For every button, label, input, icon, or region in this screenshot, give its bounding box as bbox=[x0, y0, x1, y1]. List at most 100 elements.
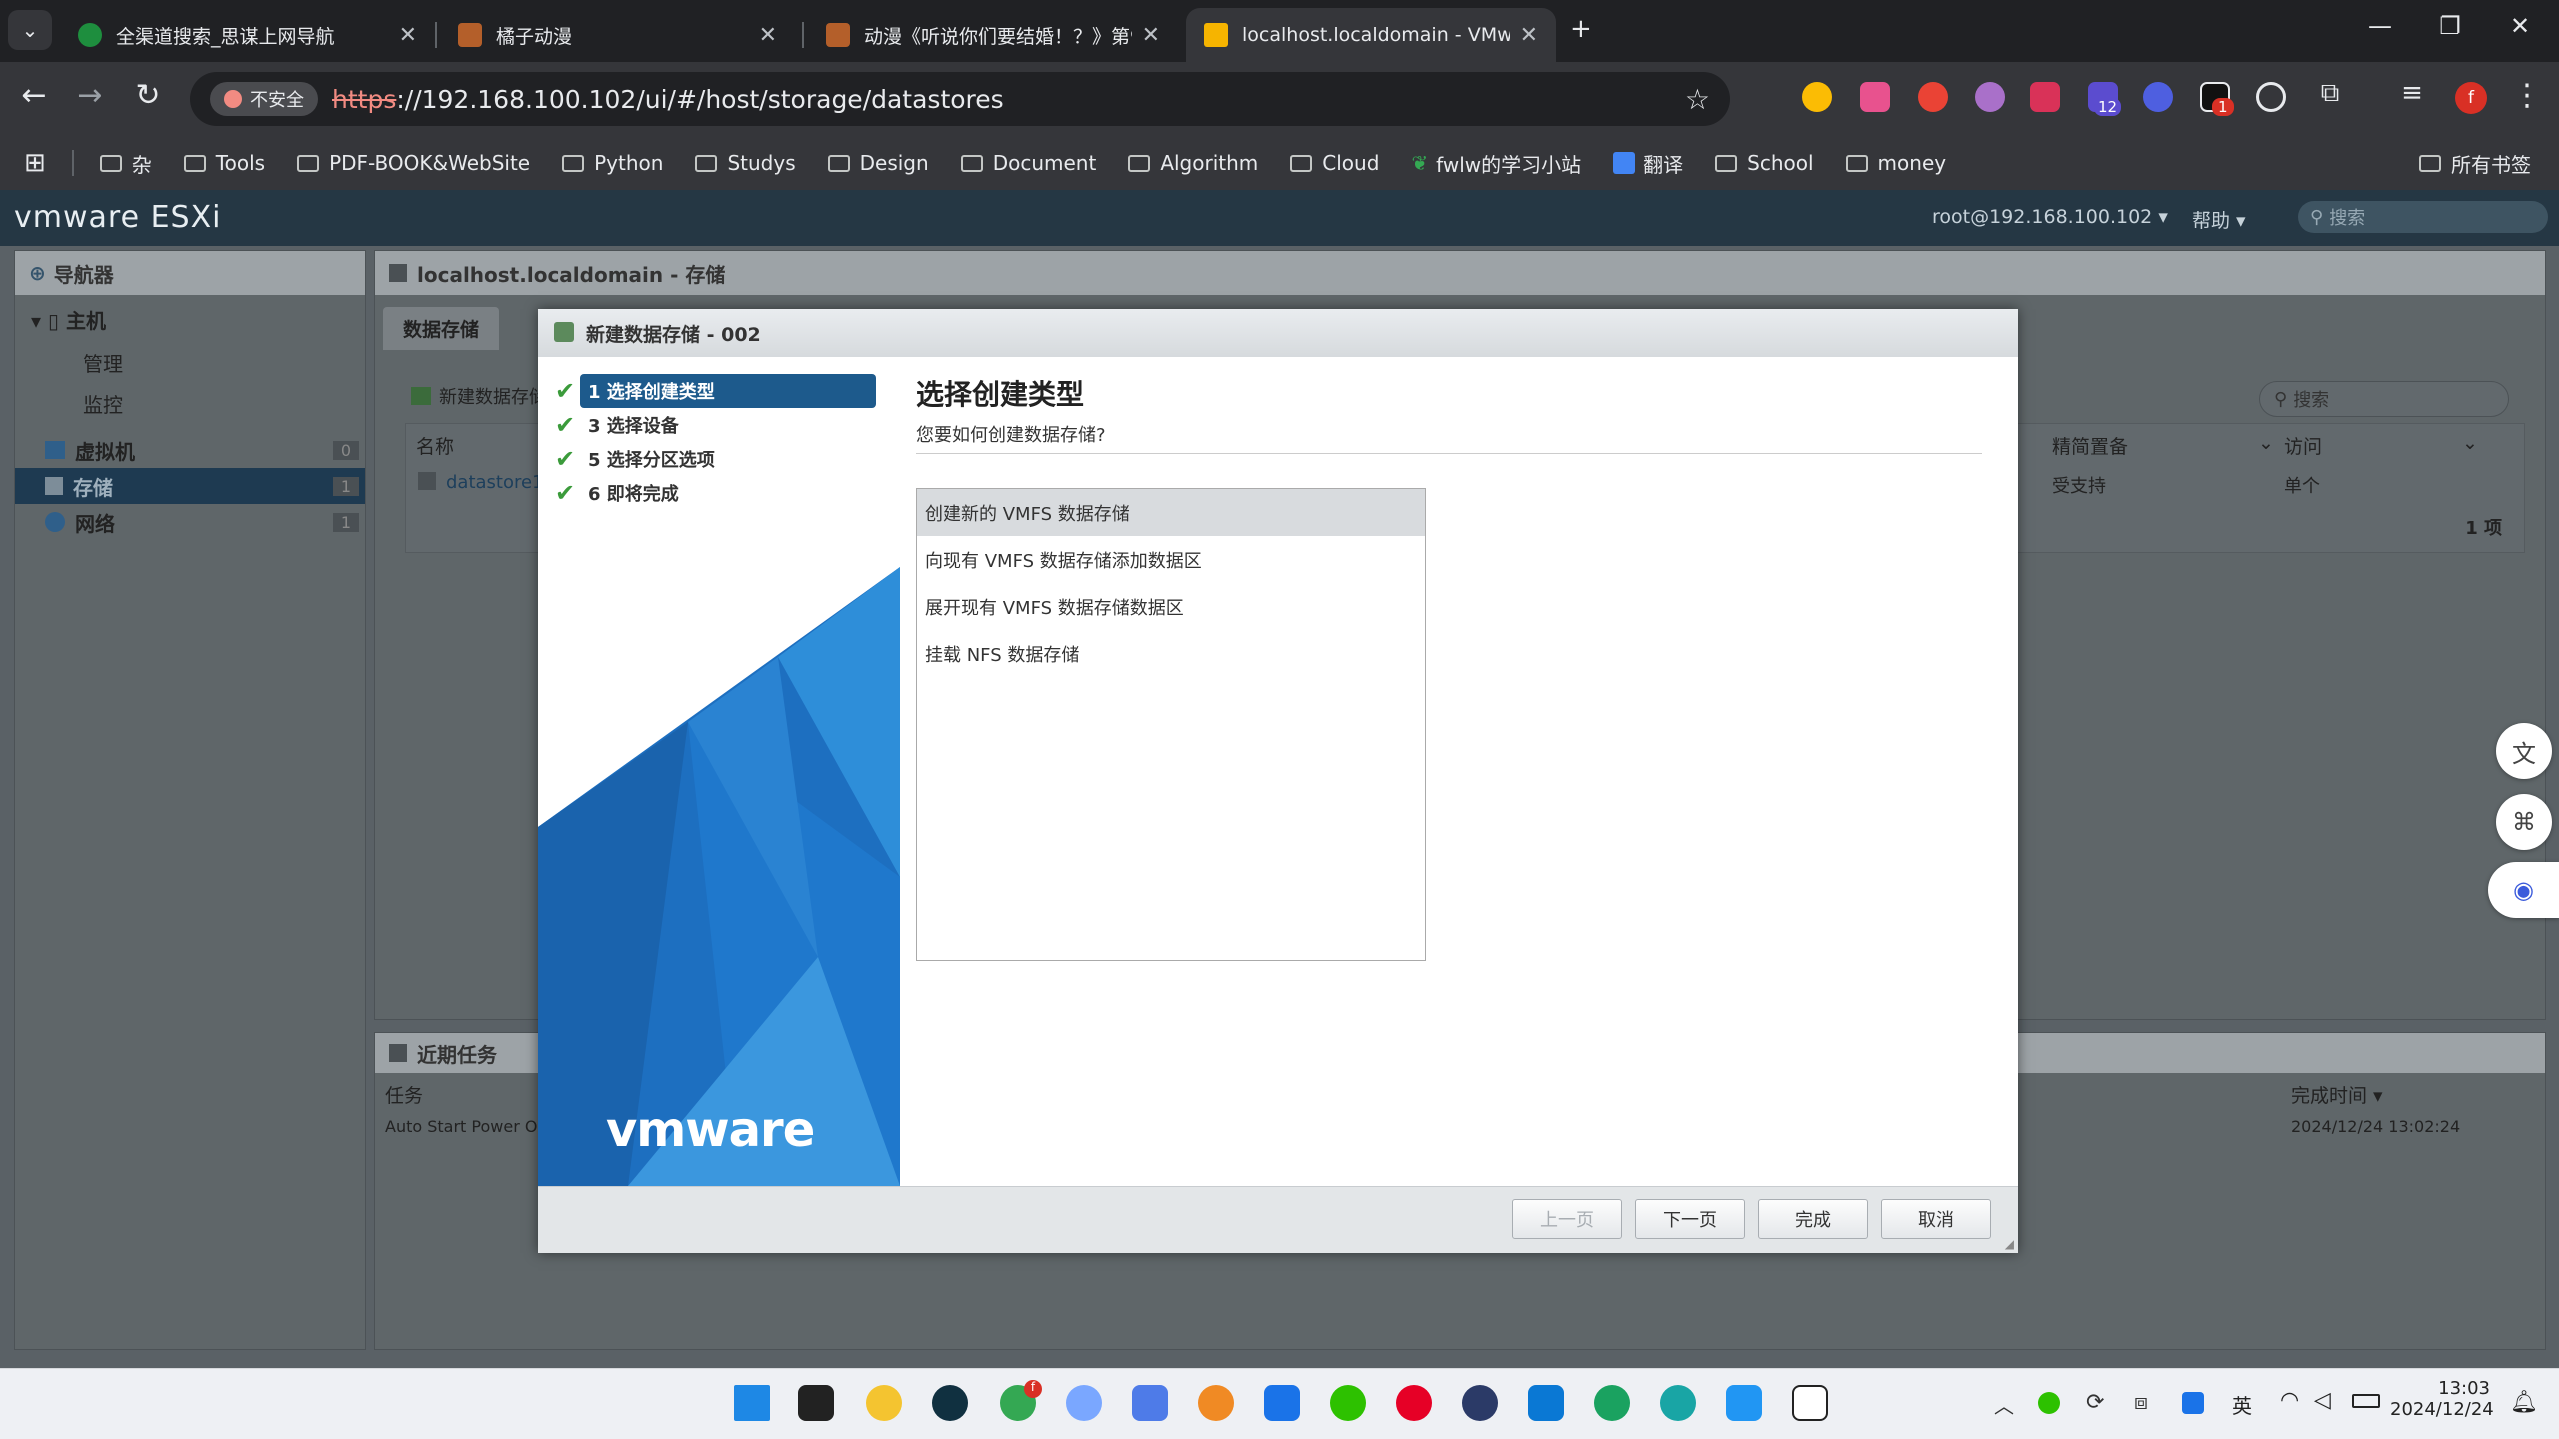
bookmark-folder[interactable]: 杂 bbox=[99, 149, 152, 178]
esxi-search-input[interactable]: ⚲ 搜索 bbox=[2298, 201, 2548, 233]
window-close-icon[interactable]: ✕ bbox=[2490, 12, 2550, 40]
profile-avatar[interactable]: f bbox=[2455, 82, 2487, 114]
column-header-task[interactable]: 任务 bbox=[385, 1081, 423, 1108]
column-menu-icon[interactable]: ⌄ bbox=[2462, 432, 2478, 454]
bookmark-folder[interactable]: School bbox=[1715, 151, 1814, 175]
finish-button[interactable]: 完成 bbox=[1758, 1199, 1868, 1239]
tray-app-icon[interactable]: ⧈ bbox=[2134, 1390, 2148, 1415]
more-menu-icon[interactable]: ⋮ bbox=[2505, 78, 2549, 113]
app-icon-x[interactable] bbox=[1594, 1385, 1630, 1421]
bookmark-folder[interactable]: money bbox=[1845, 151, 1946, 175]
column-menu-icon[interactable]: ⌄ bbox=[2258, 432, 2274, 454]
nav-host[interactable]: ▾ ▯ 主机 bbox=[15, 295, 365, 344]
restore-icon[interactable]: ❐ bbox=[2420, 12, 2480, 40]
minimize-icon[interactable]: — bbox=[2350, 12, 2410, 40]
start-windows-icon[interactable] bbox=[734, 1385, 770, 1421]
browser-tab-3[interactable]: 动漫《听说你们要结婚！？》第9集 ✕ bbox=[808, 8, 1178, 62]
apps-float-icon[interactable]: ⌘ bbox=[2496, 794, 2552, 850]
table-search-input[interactable]: ⚲ 搜索 bbox=[2259, 381, 2509, 417]
bookmark-folder[interactable]: Studys bbox=[695, 151, 796, 175]
browser-tab-4-active[interactable]: localhost.localdomain - VMware ESXi ✕ bbox=[1186, 8, 1556, 62]
tab-search-button[interactable]: ⌄ bbox=[8, 10, 52, 50]
tab-datastores[interactable]: 数据存储 bbox=[383, 307, 500, 350]
datastore-name-link[interactable]: datastore1 bbox=[446, 472, 544, 493]
bookmark-folder[interactable]: Tools bbox=[183, 151, 265, 175]
user-menu[interactable]: root@192.168.100.102 ▾ bbox=[1932, 206, 2168, 228]
new-tab-plus-icon[interactable]: + bbox=[1570, 14, 1592, 44]
bookmark-folder[interactable]: Cloud bbox=[1290, 151, 1379, 175]
cancel-button[interactable]: 取消 bbox=[1881, 1199, 1991, 1239]
bookmark-star-icon[interactable]: ☆ bbox=[1685, 83, 1710, 116]
bookmark-folder[interactable]: Design bbox=[827, 151, 929, 175]
next-button[interactable]: 下一页 bbox=[1635, 1199, 1745, 1239]
address-bar[interactable]: 不安全 https ://192.168.100.102/ui/#/host/s… bbox=[190, 72, 1730, 126]
tray-chevron-icon[interactable]: ︿ bbox=[1994, 1390, 2014, 1419]
option-add-extent[interactable]: 向现有 VMFS 数据存储添加数据区 bbox=[917, 536, 1425, 583]
netease-music-icon[interactable] bbox=[1396, 1385, 1432, 1421]
nav-host-monitor[interactable]: 监控 bbox=[15, 385, 365, 432]
bookmark-folder[interactable]: PDF-BOOK&WebSite bbox=[297, 151, 530, 175]
column-header-completed[interactable]: 完成时间 ▾ bbox=[2291, 1081, 2383, 1108]
app-icon-bubble[interactable] bbox=[1066, 1385, 1102, 1421]
reload-icon[interactable]: ↻ bbox=[126, 78, 170, 113]
translate-float-icon[interactable]: 文 bbox=[2496, 723, 2552, 779]
close-icon[interactable]: ✕ bbox=[1520, 23, 1538, 48]
wizard-step-6[interactable]: ✔ 6 即将完成 bbox=[550, 477, 886, 509]
task-view-icon[interactable] bbox=[798, 1385, 834, 1421]
help-menu[interactable]: 帮助 ▾ bbox=[2192, 206, 2246, 233]
bookmark-link[interactable]: 翻译 bbox=[1613, 149, 1683, 178]
option-create-vmfs[interactable]: 创建新的 VMFS 数据存储 bbox=[917, 489, 1425, 536]
extension-red-icon[interactable] bbox=[2030, 82, 2060, 112]
apps-grid-icon[interactable]: ⊞ bbox=[24, 148, 46, 178]
app-icon-star[interactable] bbox=[1264, 1385, 1300, 1421]
extension-hand-icon[interactable] bbox=[1918, 82, 1948, 112]
close-icon[interactable]: ✕ bbox=[759, 23, 777, 48]
close-icon[interactable]: ✕ bbox=[399, 23, 417, 48]
nav-item-storage[interactable]: 存储 1 bbox=[15, 468, 365, 504]
wizard-step-3[interactable]: ✔ 3 选择设备 bbox=[550, 409, 886, 441]
wifi-icon[interactable]: ◠ bbox=[2280, 1388, 2299, 1413]
extension-purple-icon[interactable] bbox=[1975, 82, 2005, 112]
new-datastore-button[interactable]: 新建数据存储 bbox=[411, 383, 547, 409]
notification-bell-icon[interactable]: 🔔︎ bbox=[2510, 1390, 2538, 1415]
extension-bot-icon[interactable] bbox=[2143, 82, 2173, 112]
battery-icon[interactable] bbox=[2352, 1394, 2380, 1408]
bookmark-folder[interactable]: Python bbox=[562, 151, 663, 175]
reading-list-icon[interactable]: ≡ bbox=[2390, 78, 2434, 108]
option-expand-extent[interactable]: 展开现有 VMFS 数据存储数据区 bbox=[917, 583, 1425, 630]
bookmark-link[interactable]: ❦ fwlw的学习小站 bbox=[1411, 149, 1581, 178]
extension-star-icon[interactable] bbox=[1802, 82, 1832, 112]
assistant-float-icon[interactable]: ◉ bbox=[2488, 862, 2559, 918]
bookmark-folder[interactable]: Algorithm bbox=[1128, 151, 1258, 175]
volume-icon[interactable]: ◁ bbox=[2314, 1388, 2331, 1413]
app-icon-dark-circle[interactable] bbox=[932, 1385, 968, 1421]
close-icon[interactable]: ✕ bbox=[1142, 23, 1160, 48]
extension-block-icon[interactable] bbox=[2256, 82, 2286, 112]
all-bookmarks[interactable]: 所有书签 bbox=[2419, 149, 2531, 178]
forward-arrow-icon[interactable]: → bbox=[68, 78, 112, 113]
wechat-icon[interactable] bbox=[1330, 1385, 1366, 1421]
bookmark-folder[interactable]: Document bbox=[960, 151, 1096, 175]
resize-grip-icon[interactable]: ◢ bbox=[2005, 1237, 2014, 1251]
column-header-thin[interactable]: 精简置备 bbox=[2052, 432, 2128, 459]
back-arrow-icon[interactable]: ← bbox=[12, 78, 56, 113]
browser-tab-2[interactable]: 橘子动漫 ✕ bbox=[440, 8, 795, 62]
search-app-icon[interactable] bbox=[1198, 1385, 1234, 1421]
extension-translate-icon[interactable] bbox=[1860, 82, 1890, 112]
clock[interactable]: 13:03 2024/12/24 bbox=[2390, 1378, 2494, 1420]
app-icon-yellow[interactable] bbox=[866, 1385, 902, 1421]
not-secure-chip[interactable]: 不安全 bbox=[210, 82, 318, 116]
tray-sync-icon[interactable]: ⟳ bbox=[2086, 1390, 2104, 1415]
nav-item-network[interactable]: 网络 1 bbox=[15, 504, 365, 540]
back-button[interactable]: 上一页 bbox=[1512, 1199, 1622, 1239]
app-icon-note[interactable] bbox=[1132, 1385, 1168, 1421]
creation-type-list[interactable]: 创建新的 VMFS 数据存储 向现有 VMFS 数据存储添加数据区 展开现有 V… bbox=[916, 488, 1426, 961]
wizard-step-1[interactable]: ✔ 1 选择创建类型 bbox=[550, 374, 886, 408]
column-header-name[interactable]: 名称 bbox=[416, 432, 454, 459]
nav-item-vms[interactable]: 虚拟机 0 bbox=[15, 432, 365, 468]
app-icon-ring[interactable] bbox=[1462, 1385, 1498, 1421]
column-header-access[interactable]: 访问 bbox=[2284, 432, 2322, 459]
tray-security-icon[interactable] bbox=[2182, 1392, 2204, 1414]
app-icon-window[interactable] bbox=[1726, 1385, 1762, 1421]
wizard-step-5[interactable]: ✔ 5 选择分区选项 bbox=[550, 443, 886, 475]
